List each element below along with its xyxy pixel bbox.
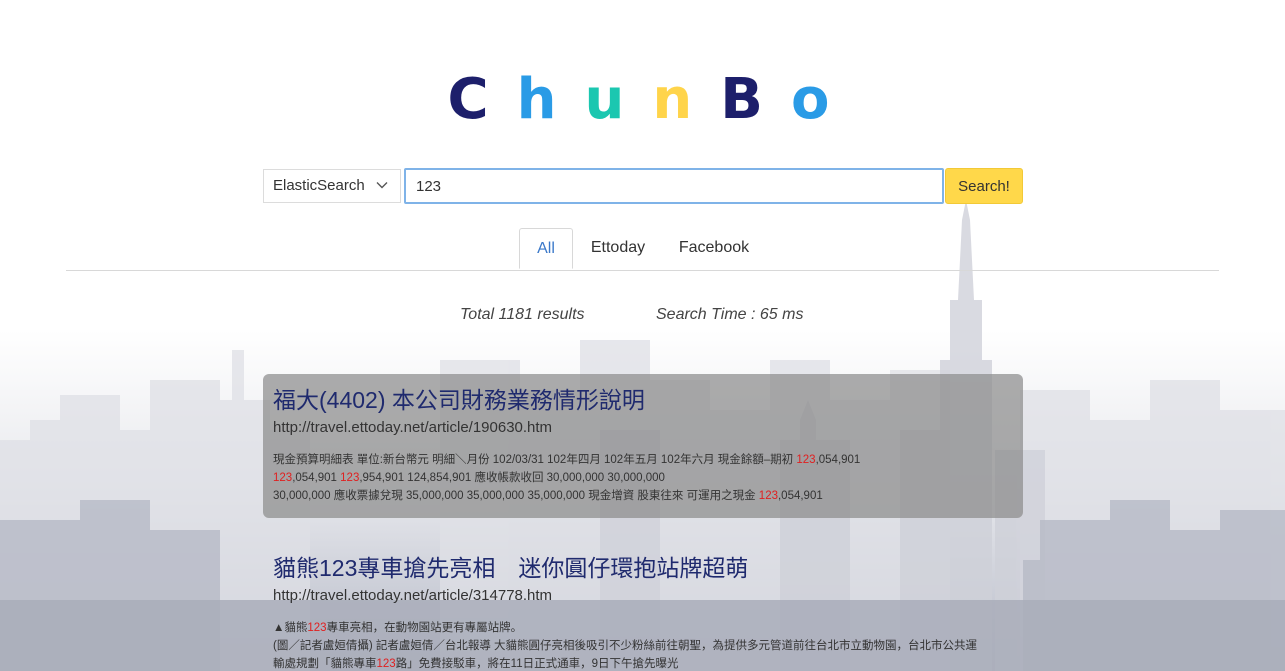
- logo-letter: n: [652, 67, 721, 132]
- search-bar: ElasticSearch Search!: [263, 168, 1023, 204]
- logo-letter: o: [790, 67, 858, 132]
- result-url[interactable]: http://travel.ettoday.net/article/190630…: [273, 417, 1013, 439]
- snippet-line: ▲貓熊123專車亮相，在動物園站更有專屬站牌。: [273, 619, 1013, 637]
- snippet-text: ▲貓熊: [273, 622, 308, 634]
- snippet-text: ,054,901: [777, 490, 823, 502]
- highlighted-term: 123: [273, 472, 293, 484]
- highlighted-term: 123: [758, 490, 778, 502]
- snippet-text: ,954,901 124,854,901 應收帳款收回 30,000,000 3…: [359, 472, 665, 484]
- highlighted-term: 123: [307, 622, 327, 634]
- chevron-down-icon: [376, 182, 388, 189]
- logo-letter: B: [720, 67, 791, 132]
- highlighted-term: 123: [340, 472, 360, 484]
- search-input[interactable]: [404, 168, 944, 204]
- search-engine-value: ElasticSearch: [273, 177, 365, 194]
- snippet-line: (圖／記者盧姮倩攝) 記者盧姮倩／台北報導 大貓熊圓仔亮相後吸引不少粉絲前往朝聖…: [273, 637, 1013, 655]
- logo-letter: u: [584, 67, 653, 132]
- result-url[interactable]: http://travel.ettoday.net/article/314778…: [273, 585, 1013, 607]
- snippet-text: 專車亮相，在動物園站更有專屬站牌。: [326, 622, 523, 634]
- snippet-text: ,054,901: [815, 454, 861, 466]
- search-time: Search Time : 65 ms: [656, 306, 804, 323]
- snippet-line: 輸處規劃「貓熊專車123路」免費接駁車，將在11日正式通車，9日下午搶先曝光: [273, 655, 1013, 671]
- search-engine-select[interactable]: ElasticSearch: [263, 169, 401, 203]
- tab-facebook[interactable]: Facebook: [672, 228, 756, 269]
- result-item[interactable]: 福大(4402) 本公司財務業務情形說明 http://travel.ettod…: [263, 374, 1023, 518]
- snippet-text: 路」免費接駁車，將在11日正式通車，9日下午搶先曝光: [395, 658, 679, 670]
- logo-letter: C: [447, 67, 517, 132]
- source-tabs: All Ettoday Facebook: [66, 228, 1219, 271]
- result-title[interactable]: 貓熊123專車搶先亮相 迷你圓仔環抱站牌超萌: [273, 552, 1013, 584]
- total-results-count: Total 1181 results: [460, 306, 585, 323]
- result-item[interactable]: 貓熊123專車搶先亮相 迷你圓仔環抱站牌超萌 http://travel.ett…: [263, 542, 1023, 671]
- snippet-line: 現金預算明細表 單位:新台幣元 明細＼月份 102/03/31 102年四月 1…: [273, 451, 1013, 469]
- snippet-text: ,054,901: [292, 472, 341, 484]
- search-button[interactable]: Search!: [945, 168, 1023, 204]
- snippet-text: (圖／記者盧姮倩攝) 記者盧姮倩／台北報導 大貓熊圓仔亮相後吸引不少粉絲前往朝聖…: [273, 640, 978, 652]
- snippet-text: 30,000,000 應收票據兌現 35,000,000 35,000,000 …: [273, 490, 759, 502]
- result-snippet: 現金預算明細表 單位:新台幣元 明細＼月份 102/03/31 102年四月 1…: [273, 451, 1013, 505]
- tab-all[interactable]: All: [519, 228, 573, 269]
- result-title[interactable]: 福大(4402) 本公司財務業務情形說明: [273, 384, 1013, 416]
- logo-letter: h: [516, 67, 585, 132]
- tab-ettoday[interactable]: Ettoday: [582, 228, 654, 269]
- highlighted-term: 123: [376, 658, 396, 670]
- snippet-text: 輸處規劃「貓熊專車: [273, 658, 377, 670]
- chunbo-logo: ChunBo: [0, 68, 1285, 132]
- highlighted-term: 123: [796, 454, 816, 466]
- snippet-text: 現金預算明細表 單位:新台幣元 明細＼月份 102/03/31 102年四月 1…: [273, 454, 797, 466]
- result-snippet: ▲貓熊123專車亮相，在動物園站更有專屬站牌。 (圖／記者盧姮倩攝) 記者盧姮倩／…: [273, 619, 1013, 671]
- snippet-line: 123,054,901 123,954,901 124,854,901 應收帳款…: [273, 469, 1013, 487]
- snippet-line: 30,000,000 應收票據兌現 35,000,000 35,000,000 …: [273, 487, 1013, 505]
